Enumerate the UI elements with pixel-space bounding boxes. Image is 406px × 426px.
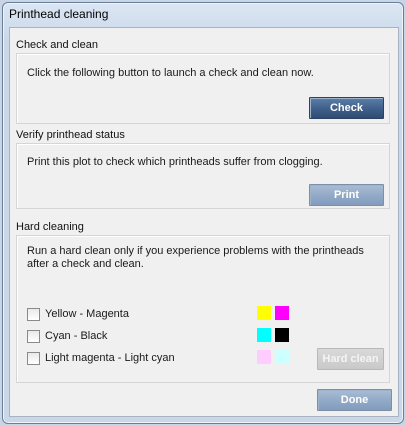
option-yellow-magenta[interactable]: Yellow - Magenta bbox=[27, 308, 367, 322]
option-light-magenta-light-cyan[interactable]: Light magenta - Light cyan bbox=[27, 352, 367, 366]
yellow-swatch bbox=[257, 306, 271, 320]
verify-printhead-status-group: Print this plot to check which printhead… bbox=[16, 143, 390, 209]
light-cyan-swatch bbox=[275, 350, 289, 364]
check-and-clean-group: Click the following button to launch a c… bbox=[16, 53, 390, 124]
done-button[interactable]: Done bbox=[317, 389, 392, 411]
hard-cleaning-group: Run a hard clean only if you experience … bbox=[16, 235, 390, 383]
light-magenta-light-cyan-label: Light magenta - Light cyan bbox=[45, 352, 175, 364]
option-cyan-black[interactable]: Cyan - Black bbox=[27, 330, 367, 344]
verify-printhead-status-heading: Verify printhead status bbox=[16, 129, 125, 141]
hard-cleaning-description: Run a hard clean only if you experience … bbox=[27, 245, 364, 270]
light-magenta-light-cyan-checkbox[interactable] bbox=[27, 352, 40, 365]
check-and-clean-description: Click the following button to launch a c… bbox=[27, 67, 314, 79]
hard-cleaning-heading: Hard cleaning bbox=[16, 221, 84, 233]
check-button[interactable]: Check bbox=[309, 97, 384, 119]
verify-description: Print this plot to check which printhead… bbox=[27, 156, 323, 168]
light-magenta-swatch bbox=[257, 350, 271, 364]
yellow-magenta-checkbox[interactable] bbox=[27, 308, 40, 321]
window-title: Printhead cleaning bbox=[9, 7, 109, 21]
print-button[interactable]: Print bbox=[309, 184, 384, 206]
cyan-black-checkbox[interactable] bbox=[27, 330, 40, 343]
check-and-clean-heading: Check and clean bbox=[16, 39, 98, 51]
dialog-client-area: Check and clean Click the following butt… bbox=[9, 27, 399, 417]
printhead-cleaning-dialog: Printhead cleaning Check and clean Click… bbox=[2, 2, 404, 424]
hard-clean-button[interactable]: Hard clean bbox=[317, 348, 384, 370]
black-swatch bbox=[275, 328, 289, 342]
magenta-swatch bbox=[275, 306, 289, 320]
cyan-black-label: Cyan - Black bbox=[45, 330, 108, 342]
cyan-swatch bbox=[257, 328, 271, 342]
yellow-magenta-label: Yellow - Magenta bbox=[45, 308, 129, 320]
